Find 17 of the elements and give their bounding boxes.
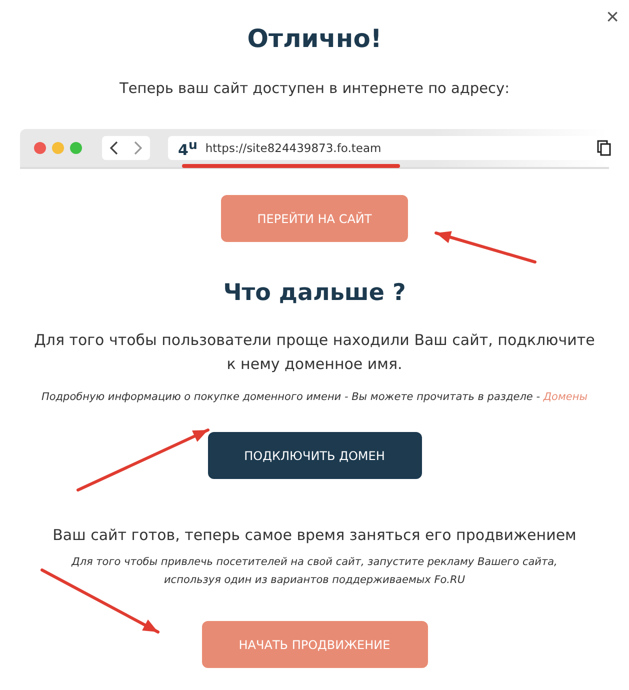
title: Отлично! [247, 24, 382, 53]
subtitle: Теперь ваш сайт доступен в интернете по адресу: [119, 81, 510, 97]
chevron-right-icon [133, 141, 143, 155]
url-text: https://site824439873.fo.team [205, 141, 382, 155]
section-heading: Что дальше ? [223, 280, 406, 306]
domain-note: Подробную информацию о покупке доменного имени - Вы можете прочитать в разделе - Домены [40, 390, 589, 405]
promo-note: Для того чтобы привлечь посетителей на свой сайт, запустите рекламу Вашего сайта, используя один из вариантов поддерживаемых Fo.RU [70, 555, 558, 588]
window-dot [52, 142, 64, 154]
window-dot [34, 142, 46, 154]
logo: 4$^{u}$ [178, 137, 198, 159]
promo-paragraph: Ваш сайт готов, теперь самое время заняться его продвижением [52, 525, 578, 546]
chevron-left-icon [109, 141, 119, 155]
window-dot [70, 142, 82, 154]
domain-paragraph: Для того чтобы пользователи проще находили Ваш сайт, подключите к нему доменное имя. [33, 330, 596, 375]
close-button[interactable]: × [602, 4, 623, 30]
connect-domain-button[interactable]: ПОДКЛЮЧИТЬ ДОМЕН [208, 432, 422, 479]
copy-icon[interactable] [597, 140, 611, 156]
